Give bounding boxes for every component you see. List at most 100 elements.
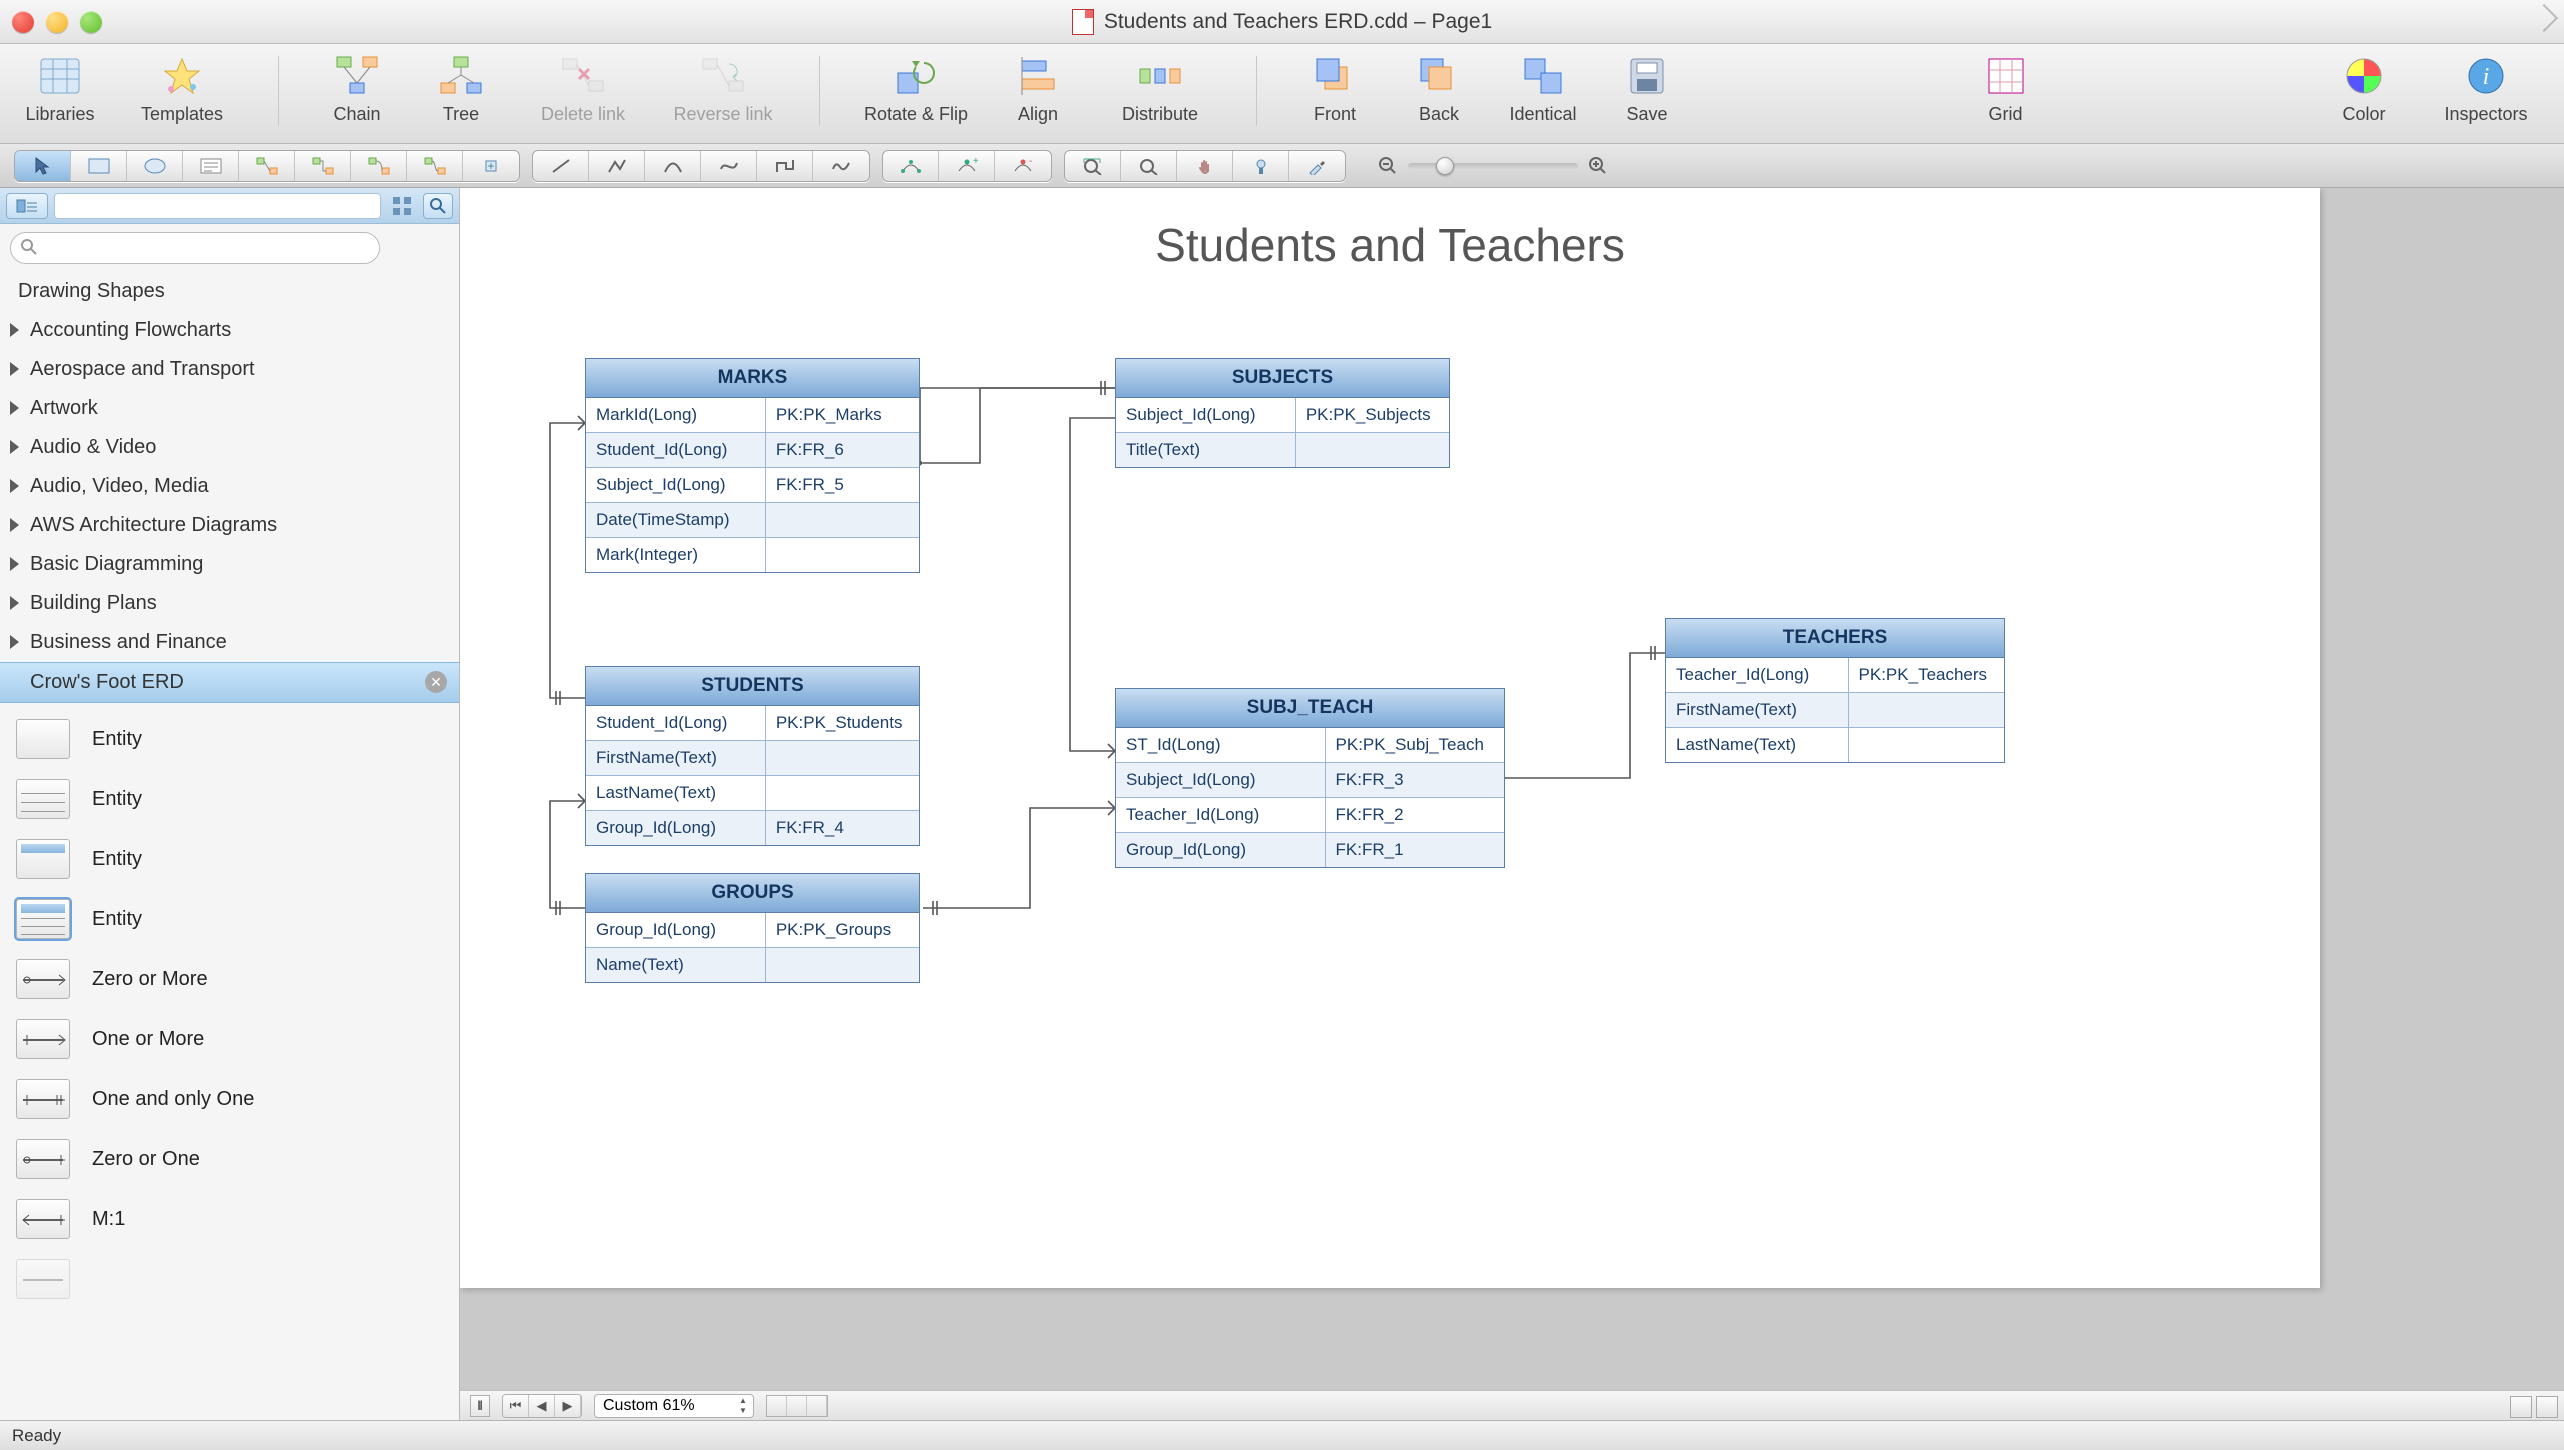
category-aerospace[interactable]: Aerospace and Transport bbox=[0, 350, 459, 389]
shape-toolbar: + + - bbox=[0, 144, 2564, 188]
pointer-tool[interactable] bbox=[15, 151, 71, 181]
lasso-tool[interactable] bbox=[1233, 151, 1289, 181]
eyedropper-tool[interactable] bbox=[1289, 151, 1345, 181]
zoom-step-down[interactable]: ▼ bbox=[735, 1406, 751, 1416]
zoom-tool[interactable] bbox=[1121, 151, 1177, 181]
connector-tool-1[interactable] bbox=[239, 151, 295, 181]
zoom-out-icon[interactable] bbox=[1378, 156, 1398, 176]
svg-text:+: + bbox=[487, 159, 494, 173]
curve-tool[interactable] bbox=[701, 151, 757, 181]
category-basic-diagramming[interactable]: Basic Diagramming bbox=[0, 545, 459, 584]
entity-groups[interactable]: GROUPS Group_Id(Long)PK:PK_Groups Name(T… bbox=[585, 873, 920, 983]
palette-entity-2[interactable]: Entity bbox=[0, 769, 459, 829]
pan-tool[interactable] bbox=[1177, 151, 1233, 181]
sidebar-header bbox=[0, 188, 459, 224]
zoom-in-icon[interactable] bbox=[1588, 156, 1608, 176]
palette-m-1[interactable]: M:1 bbox=[0, 1189, 459, 1249]
canvas[interactable]: Students and Teachers bbox=[460, 188, 2564, 1420]
add-node-tool[interactable]: + bbox=[463, 151, 519, 181]
delete-link-button[interactable]: Delete link bbox=[523, 52, 643, 125]
rect-tool[interactable] bbox=[71, 151, 127, 181]
palette-entity-1[interactable]: Entity bbox=[0, 709, 459, 769]
entity-teachers[interactable]: TEACHERS Teacher_Id(Long)PK:PK_Teachers … bbox=[1665, 618, 2005, 763]
sidebar-search bbox=[0, 224, 459, 272]
tree-button[interactable]: Tree bbox=[419, 52, 503, 125]
sidebar-grid-view-button[interactable] bbox=[387, 193, 417, 219]
palette-zero-or-one[interactable]: Zero or One bbox=[0, 1129, 459, 1189]
align-button[interactable]: Align bbox=[996, 52, 1080, 125]
inspectors-button[interactable]: i Inspectors bbox=[2426, 52, 2546, 125]
grid-button[interactable]: Grid bbox=[1964, 52, 2048, 125]
close-library-button[interactable]: ✕ bbox=[425, 671, 447, 693]
view-mode-3[interactable] bbox=[807, 1396, 827, 1416]
palette-more[interactable] bbox=[0, 1249, 459, 1309]
back-button[interactable]: Back bbox=[1397, 52, 1481, 125]
zoom-track[interactable] bbox=[1408, 163, 1578, 169]
category-aws[interactable]: AWS Architecture Diagrams bbox=[0, 506, 459, 545]
palette-entity-4[interactable]: Entity bbox=[0, 889, 459, 949]
line-tool[interactable] bbox=[533, 151, 589, 181]
connector-tool-3[interactable] bbox=[351, 151, 407, 181]
delete-point-tool[interactable]: - bbox=[995, 151, 1051, 181]
category-accounting[interactable]: Accounting Flowcharts bbox=[0, 311, 459, 350]
edit-points-tool[interactable] bbox=[883, 151, 939, 181]
shape-palette: Entity Entity Entity Entity Zero or More… bbox=[0, 703, 459, 1329]
search-input[interactable] bbox=[10, 232, 380, 264]
category-artwork[interactable]: Artwork bbox=[0, 389, 459, 428]
rotate-flip-button[interactable]: Rotate & Flip bbox=[856, 52, 976, 125]
save-button[interactable]: Save bbox=[1605, 52, 1689, 125]
sidebar-search-button[interactable] bbox=[423, 193, 453, 219]
category-audio-video-media[interactable]: Audio, Video, Media bbox=[0, 467, 459, 506]
palette-one-and-only-one[interactable]: One and only One bbox=[0, 1069, 459, 1129]
zoom-step-up[interactable]: ▲ bbox=[735, 1396, 751, 1406]
category-audio-video[interactable]: Audio & Video bbox=[0, 428, 459, 467]
next-page-button[interactable]: ▶ bbox=[555, 1395, 581, 1417]
category-business-finance[interactable]: Business and Finance bbox=[0, 623, 459, 662]
zoom-thumb[interactable] bbox=[1436, 157, 1454, 175]
polyline-tool[interactable] bbox=[589, 151, 645, 181]
ellipse-tool[interactable] bbox=[127, 151, 183, 181]
orthogonal-tool[interactable] bbox=[757, 151, 813, 181]
sidebar-panel-toggle[interactable] bbox=[6, 193, 48, 219]
corner-button-1[interactable] bbox=[2510, 1396, 2532, 1418]
front-button[interactable]: Front bbox=[1293, 52, 1377, 125]
svg-text:i: i bbox=[2483, 64, 2490, 90]
entity-students[interactable]: STUDENTS Student_Id(Long)PK:PK_Students … bbox=[585, 666, 920, 846]
palette-entity-3[interactable]: Entity bbox=[0, 829, 459, 889]
color-button[interactable]: Color bbox=[2322, 52, 2406, 125]
edit-points-tools: + - bbox=[882, 150, 1052, 182]
corner-buttons bbox=[2510, 1396, 2558, 1418]
text-box-tool[interactable] bbox=[183, 151, 239, 181]
templates-button[interactable]: Templates bbox=[122, 52, 242, 125]
sidebar-filter-input[interactable] bbox=[54, 193, 381, 219]
palette-one-or-more[interactable]: One or More bbox=[0, 1009, 459, 1069]
vertical-split-handle[interactable]: ‖ bbox=[470, 1395, 490, 1417]
entity-subjects[interactable]: SUBJECTS Subject_Id(Long)PK:PK_Subjects … bbox=[1115, 358, 1450, 468]
identical-button[interactable]: Identical bbox=[1501, 52, 1585, 125]
first-page-button[interactable]: ⏮ bbox=[503, 1395, 529, 1417]
entity-subj-teach[interactable]: SUBJ_TEACH ST_Id(Long)PK:PK_Subj_Teach S… bbox=[1115, 688, 1505, 868]
entity-marks[interactable]: MARKS MarkId(Long)PK:PK_Marks Student_Id… bbox=[585, 358, 920, 573]
view-mode-1[interactable] bbox=[767, 1396, 787, 1416]
main-area: Drawing Shapes Accounting Flowcharts Aer… bbox=[0, 188, 2564, 1420]
add-point-tool[interactable]: + bbox=[939, 151, 995, 181]
zoom-fit-tool[interactable] bbox=[1065, 151, 1121, 181]
diagram-title: Students and Teachers bbox=[460, 188, 2320, 272]
distribute-button[interactable]: Distribute bbox=[1100, 52, 1220, 125]
chain-button[interactable]: Chain bbox=[315, 52, 399, 125]
category-building-plans[interactable]: Building Plans bbox=[0, 584, 459, 623]
view-mode-2[interactable] bbox=[787, 1396, 807, 1416]
connector-tool-4[interactable] bbox=[407, 151, 463, 181]
reverse-link-button[interactable]: Reverse link bbox=[663, 52, 783, 125]
palette-zero-or-more[interactable]: Zero or More bbox=[0, 949, 459, 1009]
category-crows-foot-erd[interactable]: Crow's Foot ERD ✕ bbox=[0, 662, 459, 703]
category-drawing-shapes[interactable]: Drawing Shapes bbox=[0, 272, 459, 311]
libraries-button[interactable]: Libraries bbox=[18, 52, 102, 125]
freehand-tool[interactable] bbox=[813, 151, 869, 181]
connector-tool-2[interactable] bbox=[295, 151, 351, 181]
corner-button-2[interactable] bbox=[2536, 1396, 2558, 1418]
zoom-combo[interactable]: Custom 61% ▲▼ bbox=[594, 1394, 754, 1418]
prev-page-button[interactable]: ◀ bbox=[529, 1395, 555, 1417]
view-mode-buttons bbox=[766, 1395, 828, 1417]
arc-tool[interactable] bbox=[645, 151, 701, 181]
